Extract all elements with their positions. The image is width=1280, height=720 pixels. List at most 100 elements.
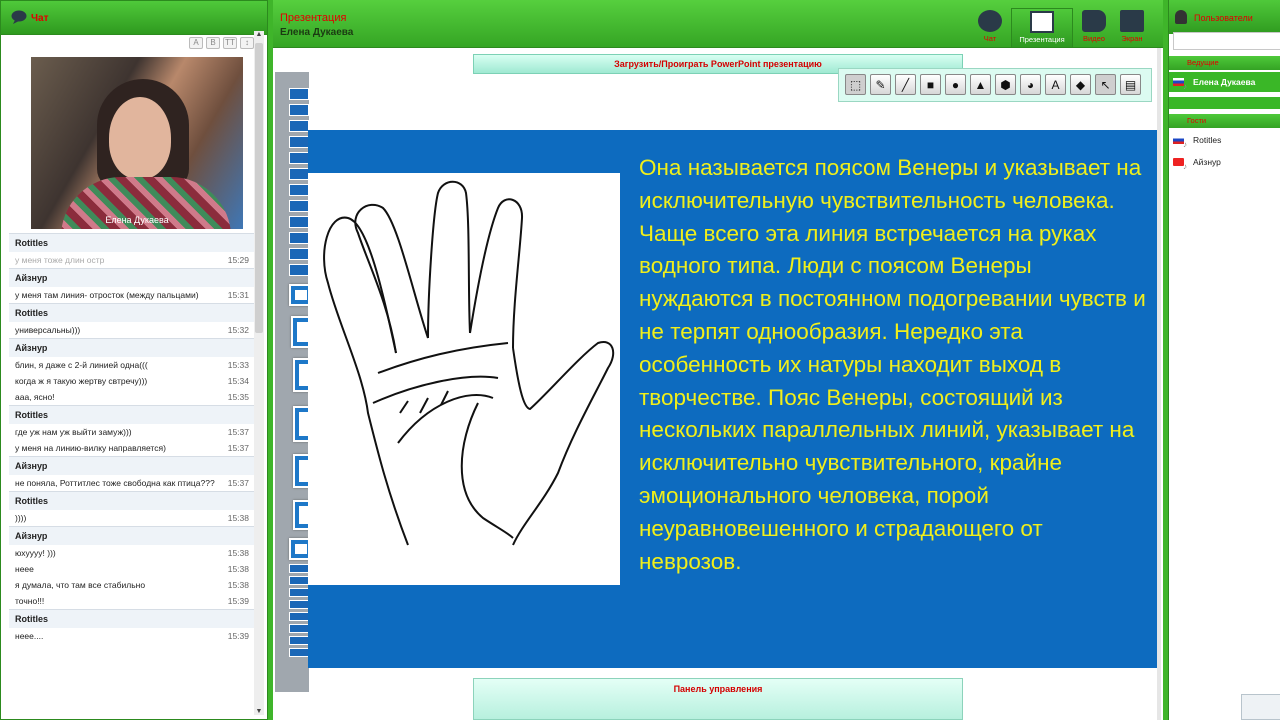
text-direction-button[interactable]: ↕ [240,37,254,49]
chat-message-text: блин, я даже с 2-й линией одна((( [15,360,148,370]
slide-thumbnail-mini[interactable] [289,564,309,573]
slide-thumbnail-mini[interactable] [289,576,309,585]
chat-message-time: 15:37 [227,443,249,453]
drawing-toolbar: ⬚ ✎ ╱ ■ ● ▲ ⬢ ◕ A ◆ ↖ ▤ [838,68,1152,102]
section-leaders[interactable]: Ведущие [1169,56,1280,70]
webcam-video: Елена Дукаева [31,57,243,229]
chat-message-time: 15:31 [227,290,249,300]
users-search-input[interactable] [1173,32,1280,50]
save-tool-icon[interactable]: ▤ [1120,74,1141,95]
presentation-scrollbar[interactable] [1157,48,1161,720]
user-controls-row[interactable] [1169,97,1280,109]
slide-thumbnail-mini[interactable] [289,624,309,633]
slide-thumbnail-mini[interactable] [289,136,309,148]
slide-thumbnail-mini[interactable] [289,600,309,609]
chat-message-text: где уж нам уж выйти замуж))) [15,427,132,437]
font-style-button[interactable]: B [206,37,220,49]
chat-message-text: )))) [15,513,27,523]
slide-thumbnail-mini[interactable] [289,152,309,164]
slide-thumbnail-mini[interactable] [289,264,309,276]
speech-bubble-icon [11,10,27,24]
hexagon-tool-icon[interactable]: ⬢ [995,74,1016,95]
whiteboard-icon [1030,11,1054,33]
slide-thumbnail-mini[interactable] [289,184,309,196]
slide-thumbnail-mini[interactable] [289,648,309,657]
chat-message-text: нeee.... [15,631,44,641]
chat-message: я думала, что там все стабильно 15:38 [9,577,255,593]
slide-thumbnail-mini[interactable] [289,588,309,597]
text-tool-icon[interactable]: A [1045,74,1066,95]
chat-message-author: Айзнур [9,526,255,545]
chat-message-text: у меня на линию-вилку направляется) [15,443,166,453]
microphone-icon: ♪ [1183,162,1187,171]
chat-title: Чат [31,13,49,24]
slide-thumbnail-mini[interactable] [289,168,309,180]
triangle-tool-icon[interactable]: ▲ [970,74,991,95]
user-row-guest[interactable]: ♪ Айзнур [1169,152,1280,172]
scroll-down-icon[interactable]: ▼ [254,708,264,715]
chat-message-text: не поняла, Роттитлес тоже свободна как п… [15,478,215,488]
section-guests[interactable]: Гости [1169,114,1280,128]
user-name: Айзнур [1193,157,1221,167]
slide-thumbnail-mini[interactable] [289,104,309,116]
microphone-icon: ♪ [1183,140,1187,149]
presentation-toggle-button[interactable]: Презентация [1011,8,1073,48]
control-panel: Панель управления [473,678,963,720]
circle-tool-icon[interactable]: ● [945,74,966,95]
users-title: Пользователи [1194,13,1253,23]
slide-thumbnail-mini[interactable] [289,88,309,100]
scroll-thumb[interactable] [255,43,263,333]
slide-thumbnail-mini[interactable] [289,216,309,228]
slide-thumbnail-mini[interactable] [289,636,309,645]
font-bold-button[interactable]: A [189,37,203,49]
slide-thumbnail-mini[interactable] [289,120,309,132]
chat-message: ааа, ясно! 15:35 [9,389,255,405]
users-header: Пользователи [1169,0,1280,34]
eraser-tool-icon[interactable]: ◆ [1070,74,1091,95]
chat-message-time: 15:39 [227,631,249,641]
slide-text: Она называется поясом Венеры и указывает… [639,155,1146,574]
slide-canvas[interactable]: Она называется поясом Венеры и указывает… [308,130,1160,668]
presentation-title: Презентация [280,12,347,24]
slide-thumbnail-mini[interactable] [289,248,309,260]
chat-message: у меня тоже длин остр 15:29 [9,252,255,268]
chat-message-time: 15:34 [227,376,249,386]
chat-scrollbar[interactable]: ▲ ▼ [254,31,264,715]
pencil-tool-icon[interactable]: ✎ [870,74,891,95]
slide-thumbnail-preview [295,290,307,300]
chat-message-text: точно!!! [15,596,45,606]
chat-message: не поняла, Роттитлес тоже свободна как п… [9,475,255,491]
user-row-lead[interactable]: ♪ Елена Дукаева [1169,72,1280,92]
video-camera-icon [1082,10,1106,32]
chat-message-author: Айзнур [9,456,255,475]
slide-thumbnail-mini[interactable] [289,232,309,244]
user-row-guest[interactable]: ♪ Rotitles [1169,130,1280,150]
pointer-tool-icon[interactable]: ↖ [1095,74,1116,95]
chat-message-text: я думала, что там все стабильно [15,580,146,590]
scroll-up-icon[interactable]: ▲ [254,31,264,38]
slide-thumbnail-mini[interactable] [289,612,309,621]
screen-toggle-button[interactable]: Экран [1107,8,1157,48]
chat-message-time: 15:37 [227,478,249,488]
monitor-icon [1120,10,1144,32]
chat-message-author: Айзнур [9,338,255,357]
chat-log: Rotitles у меня тоже длин остр 15:29 Айзнур… [9,233,255,717]
chat-toggle-button[interactable]: Чат [965,8,1015,48]
rectangle-tool-icon[interactable]: ■ [920,74,941,95]
chat-message-time: 15:39 [227,596,249,606]
slide-thumbnail-mini[interactable] [289,200,309,212]
chat-message-time: 15:35 [227,392,249,402]
chat-message-time: 15:38 [227,513,249,523]
select-tool-icon[interactable]: ⬚ [845,74,866,95]
fill-tool-icon[interactable]: ◕ [1020,74,1041,95]
line-tool-icon[interactable]: ╱ [895,74,916,95]
chat-message: когда ж я такую жертву свтречу))) 15:34 [9,373,255,389]
microphone-icon: ♪ [1183,82,1187,91]
control-panel-label: Панель управления [673,684,763,694]
font-size-button[interactable]: TT [223,37,237,49]
chat-message-text: ааа, ясно! [15,392,55,402]
chat-message-text: когда ж я такую жертву свтречу))) [15,376,148,386]
corner-widget[interactable] [1241,694,1280,720]
chat-message-time: 15:38 [227,548,249,558]
chat-message-time: 15:37 [227,427,249,437]
